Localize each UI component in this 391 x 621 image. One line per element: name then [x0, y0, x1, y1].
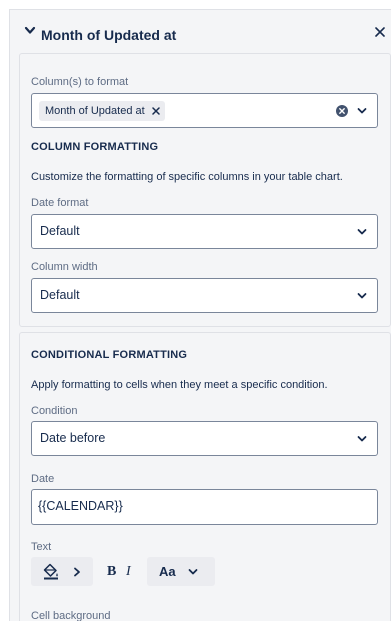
chevron-down-icon[interactable]: [24, 26, 36, 36]
column-width-select[interactable]: Default: [31, 278, 378, 313]
condition-value: Date before: [40, 431, 106, 445]
paint-bucket-icon: [43, 563, 58, 580]
column-formatting-card: Column(s) to format Month of Updated at …: [19, 53, 391, 327]
date-label: Date: [31, 473, 55, 485]
cell-background-label: Cell background: [31, 610, 111, 621]
bold-button[interactable]: B: [107, 564, 116, 580]
chevron-down-icon[interactable]: [357, 107, 367, 115]
chevron-right-icon: [74, 567, 80, 577]
conditional-formatting-heading: CONDITIONAL FORMATTING: [31, 349, 188, 361]
panel-title: Month of Updated at: [41, 27, 177, 43]
format-column-panel: Month of Updated at Column(s) to format …: [9, 9, 391, 621]
clear-icon[interactable]: [336, 105, 348, 117]
panel-header[interactable]: Month of Updated at: [10, 10, 391, 56]
font-size-label: Aa: [159, 564, 176, 579]
italic-button[interactable]: I: [126, 564, 131, 580]
condition-select[interactable]: Date before: [31, 421, 378, 456]
conditional-formatting-card: CONDITIONAL FORMATTING Apply formatting …: [19, 332, 391, 621]
close-icon[interactable]: [374, 26, 386, 38]
date-input-value: {{CALENDAR}}: [38, 499, 123, 513]
bold-italic-group: B I: [100, 557, 142, 586]
column-formatting-description: Customize the formatting of specific col…: [31, 171, 343, 183]
text-color-button[interactable]: [31, 557, 93, 586]
date-format-label: Date format: [31, 197, 89, 209]
column-formatting-heading: COLUMN FORMATTING: [31, 141, 159, 153]
chevron-down-icon[interactable]: [357, 435, 367, 443]
chevron-down-icon[interactable]: [357, 292, 367, 300]
chevron-down-icon[interactable]: [357, 228, 367, 236]
chevron-down-icon: [188, 569, 198, 575]
columns-label: Column(s) to format: [31, 76, 129, 88]
column-chip-label: Month of Updated at: [45, 105, 145, 117]
condition-label: Condition: [31, 405, 78, 417]
text-label: Text: [31, 541, 52, 553]
date-format-value: Default: [40, 224, 80, 238]
column-width-value: Default: [40, 288, 80, 302]
font-size-button[interactable]: Aa: [147, 557, 215, 586]
date-format-select[interactable]: Default: [31, 214, 378, 249]
column-width-label: Column width: [31, 261, 98, 273]
columns-select[interactable]: Month of Updated at: [31, 93, 378, 128]
chip-remove-icon[interactable]: [152, 107, 160, 115]
date-input[interactable]: {{CALENDAR}}: [31, 489, 378, 525]
column-chip: Month of Updated at: [39, 101, 165, 121]
conditional-formatting-description: Apply formatting to cells when they meet…: [31, 379, 328, 391]
text-toolbar: B I Aa: [31, 557, 221, 586]
